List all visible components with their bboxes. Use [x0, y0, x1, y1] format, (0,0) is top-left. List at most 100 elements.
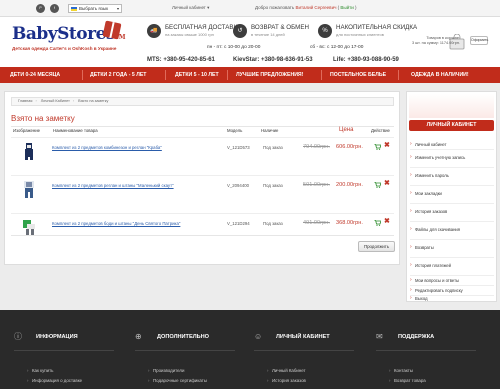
breadcrumb: Главная › Личный Кабинет › Взято на заметк… [11, 97, 394, 106]
footer-title: ДОПОЛНИТЕЛЬНО [157, 334, 210, 340]
nav-item-bedding[interactable]: ПОСТЕЛЬНОЕ БЕЛЬЕ [330, 67, 386, 83]
table-row: Комплект из 2 предметов реглан и штаны "… [11, 175, 394, 201]
footer-link[interactable]: История заказов [267, 378, 306, 383]
feature-subtitle: для постоянных клиентов [336, 32, 384, 37]
welcome-prefix: Добро пожаловать [255, 5, 295, 10]
sidebar-item-password[interactable]: Изменить пароль [410, 172, 449, 178]
table-row: Комплект из 2 предметов комбинезон и рег… [11, 137, 394, 163]
footer-link[interactable]: Как купить [27, 368, 54, 373]
facebook-icon[interactable]: f [50, 4, 59, 13]
logout-link[interactable]: Выйти [340, 5, 353, 10]
tagline: Детская одежда Carter's и OshKosh в Укра… [12, 46, 117, 51]
col-model: Модель [227, 128, 243, 133]
add-to-cart-icon[interactable] [374, 144, 381, 150]
breadcrumb-account[interactable]: Личный Кабинет [41, 99, 70, 103]
new-price: 200.00грн. [336, 182, 363, 188]
username-link[interactable]: Виталий Сергеевич [295, 5, 336, 10]
phones-bar: MTS: +380-95-420-85-61 KievStar: +380-98… [0, 55, 500, 67]
product-name-link[interactable]: Комплект из 2 предметов боди и штаны "Де… [52, 221, 180, 226]
page-title: Взято на заметку [11, 114, 75, 123]
footer-link[interactable]: Возврат товара [389, 378, 426, 383]
hours-weekday: пн - пт: с 10-00 до 20-00 [207, 45, 261, 50]
product-image[interactable] [21, 218, 37, 236]
feature-title: ВОЗВРАТ & ОБМЕН [251, 24, 309, 31]
old-price: 794.00грн. [303, 144, 330, 150]
sidebar-item-questions[interactable]: Мои вопросы и ответы [410, 277, 459, 283]
footer-link[interactable]: Информация о доставке [27, 378, 82, 383]
product-model: V_121D294 [227, 221, 250, 226]
account-dropdown[interactable]: Личный кабинет ▾ [172, 5, 209, 11]
footer-title: ЛИЧНЫЙ КАБИНЕТ [276, 334, 330, 340]
sidebar-title: ЛИЧНЫЙ КАБИНЕТ [409, 120, 494, 131]
checkout-button[interactable]: Оформить [470, 36, 488, 45]
old-price: 491.00грн. [303, 220, 330, 226]
sidebar-item-logout[interactable]: Выход [410, 295, 427, 301]
sidebar-item-returns[interactable]: Возвраты [410, 244, 434, 250]
sidebar-item-newsletter[interactable]: Редактировать подписку [410, 287, 463, 293]
hours-weekend: сб - вс: с 12-00 до 17-00 [310, 45, 364, 50]
flag-icon [71, 7, 77, 11]
pinterest-icon[interactable]: P [36, 4, 45, 13]
nav-item-2-5[interactable]: ДЕТКИ 2 ГОДА - 5 ЛЕТ [90, 67, 146, 83]
main-nav: ДЕТИ 0-24 МЕСЯЦА ДЕТКИ 2 ГОДА - 5 ЛЕТ ДЕ… [0, 67, 500, 83]
footer-link[interactable]: Производители [148, 368, 184, 373]
footer: ⓘ ИНФОРМАЦИЯ Как купить Информация о дос… [0, 310, 500, 389]
remove-icon[interactable]: ✖ [384, 142, 390, 150]
nav-item-5-10[interactable]: ДЕТКИ 5 - 10 ЛЕТ [175, 67, 219, 83]
col-availability: Наличие [261, 128, 279, 133]
sidebar-item-transactions[interactable]: История платежей [410, 262, 451, 268]
feature-title: НАКОПИТЕЛЬНАЯ СКИДКА [336, 24, 418, 31]
gift-icon [102, 20, 122, 40]
footer-link[interactable]: Личный Кабинет [267, 368, 306, 373]
cart-summary-line2: 3 шт. на сумму: 1174.00грн. [411, 41, 460, 45]
col-action: Действие [371, 128, 390, 133]
feature-subtitle: в течение 14 дней [251, 32, 285, 37]
sidebar-item-wishlist[interactable]: Мои закладки [410, 190, 442, 196]
user-icon: ☺ [254, 332, 263, 341]
remove-icon[interactable]: ✖ [384, 180, 390, 188]
product-image[interactable] [21, 142, 37, 160]
product-name-link[interactable]: Комплект из 2 предметов комбинезон и рег… [52, 145, 162, 150]
footer-title: ПОДДЕРЖКА [398, 334, 435, 340]
product-model: V_2094400 [227, 183, 249, 188]
sidebar-item-account[interactable]: Личный кабинет [410, 141, 446, 147]
product-image[interactable] [21, 180, 37, 198]
new-price: 368.00грн. [336, 220, 363, 226]
sidebar-item-downloads[interactable]: Файлы для скачивания [410, 226, 460, 232]
nav-item-0-24[interactable]: ДЕТИ 0-24 МЕСЯЦА [10, 67, 60, 83]
add-to-cart-icon[interactable] [374, 182, 381, 188]
product-availability: Под заказ [263, 145, 283, 150]
info-icon: ⓘ [14, 332, 22, 341]
feature-subtitle: на заказы свыше 1000 грн [165, 32, 214, 37]
account-sidebar: ЛИЧНЫЙ КАБИНЕТ Личный кабинет Изменить у… [406, 91, 497, 302]
plus-icon: ⊕ [135, 332, 142, 341]
nav-item-in-stock[interactable]: ОДЕЖДА В НАЛИЧИИ! [411, 67, 469, 83]
wishlist-panel: Главная › Личный Кабинет › Взято на заметк… [4, 91, 400, 265]
support-icon: ✉ [376, 332, 383, 341]
phone-kievstar[interactable]: KievStar: +380-98-636-91-53 [233, 57, 313, 63]
breadcrumb-home[interactable]: Главная [18, 99, 32, 103]
nav-item-best-offers[interactable]: ЛУЧШИЕ ПРЕДЛОЖЕНИЯ! [236, 67, 303, 83]
product-name-link[interactable]: Комплект из 2 предметов реглан и штаны "… [52, 183, 174, 188]
footer-link[interactable]: Контакты [389, 368, 413, 373]
breadcrumb-current[interactable]: Взято на заметку [78, 99, 108, 103]
phone-mts[interactable]: MTS: +380-95-420-85-61 [147, 57, 215, 63]
col-name: Наименование товара [53, 128, 98, 133]
remove-icon[interactable]: ✖ [384, 218, 390, 226]
product-availability: Под заказ [263, 183, 283, 188]
footer-link[interactable]: Подарочные сертификаты [148, 378, 207, 383]
sidebar-item-orders[interactable]: История заказов [410, 208, 447, 214]
truck-icon: 🚚 [147, 24, 161, 38]
sidebar-item-edit-account[interactable]: Изменить учетную запись [410, 154, 465, 160]
new-price: 606.00грн. [336, 144, 363, 150]
top-bar: P f Выбрать язык ▾ Личный кабинет ▾ Добр… [0, 0, 500, 17]
continue-button[interactable]: Продолжить [358, 241, 395, 252]
cart-summary: Товаров в корзине: 3 шт. на сумму: 1174.… [410, 36, 460, 46]
welcome-text: Добро пожаловать Виталий Сергеевич ( Вый… [255, 5, 357, 10]
language-select[interactable]: Выбрать язык ▾ [68, 4, 122, 13]
phone-life[interactable]: Life: +380-93-088-90-59 [333, 57, 399, 63]
feature-title: БЕСПЛАТНАЯ ДОСТАВКА [165, 24, 242, 31]
product-model: V_121D573 [227, 145, 250, 150]
chevron-down-icon: ▾ [116, 6, 119, 11]
add-to-cart-icon[interactable] [374, 220, 381, 226]
